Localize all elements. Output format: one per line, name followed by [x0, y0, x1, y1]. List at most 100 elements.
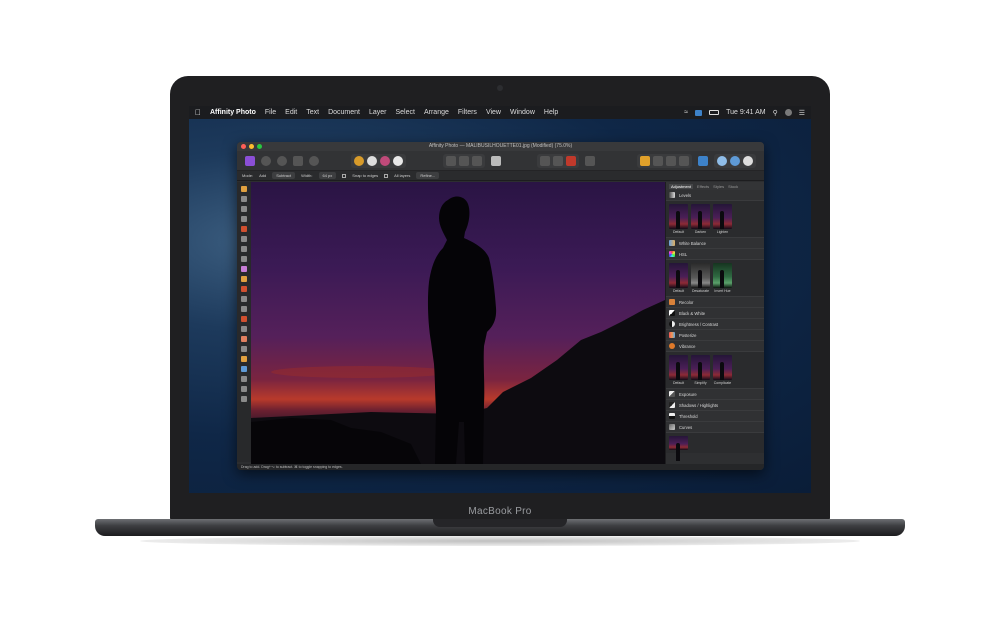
auto-white-balance-icon[interactable] — [392, 155, 403, 166]
assistant-icon[interactable] — [585, 155, 596, 166]
snapping-icon[interactable] — [553, 155, 564, 166]
menu-edit[interactable]: Edit — [285, 109, 297, 116]
menu-file[interactable]: File — [265, 109, 276, 116]
adjustment-threshold[interactable]: Threshold — [666, 411, 764, 422]
preset-curves-default[interactable] — [669, 436, 688, 461]
wifi-icon[interactable]: ≈ — [684, 109, 688, 116]
adjustment-black-white[interactable]: Black & White — [666, 308, 764, 319]
text-tool-icon[interactable] — [241, 376, 247, 382]
app-status-icon[interactable] — [695, 109, 703, 116]
photo-persona-icon[interactable] — [245, 155, 255, 166]
menu-document[interactable]: Document — [328, 109, 360, 116]
grid-icon[interactable] — [540, 155, 551, 166]
adjustment-white-balance[interactable]: White Balance — [666, 238, 764, 249]
preset-hsl-invert-hue[interactable]: Invert Hue — [713, 263, 732, 296]
preset-vibrance-simplify[interactable]: Simplify — [691, 355, 710, 388]
preset-vibrance-complicate[interactable]: Complicate — [713, 355, 732, 388]
align-icon[interactable] — [698, 155, 708, 166]
zoom-button[interactable] — [257, 144, 262, 149]
clock[interactable]: Tue 9:41 AM — [726, 109, 765, 116]
color-tool-icon[interactable] — [241, 266, 247, 272]
adjustment-posterize[interactable]: Posterize — [666, 330, 764, 341]
battery-icon[interactable] — [709, 110, 720, 115]
all-layers-checkbox[interactable] — [384, 173, 389, 178]
selection-brush-tool-icon[interactable] — [241, 226, 247, 232]
erase-tool-icon[interactable] — [241, 296, 247, 302]
marquee-icon[interactable] — [446, 155, 457, 166]
freehand-select-tool-icon[interactable] — [241, 256, 247, 262]
tab-effects[interactable]: Effects — [697, 184, 709, 189]
studio-icon[interactable] — [742, 155, 753, 166]
tone-mapping-persona-icon[interactable] — [292, 155, 303, 166]
arrange-top-icon[interactable] — [679, 155, 689, 166]
adjustment-exposure[interactable]: Exposure — [666, 389, 764, 400]
adjustment-vibrance[interactable]: Vibrance — [666, 341, 764, 352]
mode-add-button[interactable]: Add — [259, 173, 266, 178]
menu-arrange[interactable]: Arrange — [424, 109, 449, 116]
pixel-tool-icon[interactable] — [241, 286, 247, 292]
menu-window[interactable]: Window — [510, 109, 535, 116]
auto-contrast-icon[interactable] — [366, 155, 377, 166]
auto-colors-icon[interactable] — [379, 155, 390, 166]
refine-button[interactable]: Refine... — [416, 172, 440, 179]
adjustment-hsl[interactable]: HSL — [666, 249, 764, 260]
preset-levels-lighten[interactable]: Lighten — [713, 204, 732, 237]
liquify-persona-icon[interactable] — [260, 155, 271, 166]
view-mode-icon[interactable] — [716, 155, 727, 166]
invert-selection-icon[interactable] — [472, 155, 483, 166]
preset-hsl-desaturate[interactable]: Desaturate — [691, 263, 710, 296]
tab-adjustment[interactable]: Adjustment — [669, 183, 694, 189]
menu-filters[interactable]: Filters — [458, 109, 477, 116]
flood-select-tool-icon[interactable] — [241, 236, 247, 242]
paint-brush-tool-icon[interactable] — [241, 276, 247, 282]
search-icon[interactable]: ⚲ — [773, 109, 778, 117]
color-picker-tool-icon[interactable] — [241, 206, 247, 212]
red-eye-tool-icon[interactable] — [241, 336, 247, 342]
mode-subtract-button[interactable]: Subtract — [272, 172, 296, 179]
crop-tool-icon[interactable] — [241, 216, 247, 222]
canvas[interactable] — [251, 182, 665, 464]
preset-levels-darken[interactable]: Darken — [691, 204, 710, 237]
view-tool-icon[interactable] — [241, 186, 247, 192]
develop-persona-icon[interactable] — [276, 155, 287, 166]
menu-text[interactable]: Text — [306, 109, 319, 116]
arrange-front-icon[interactable] — [666, 155, 676, 166]
clone-tool-icon[interactable] — [241, 316, 247, 322]
marquee-tool-icon[interactable] — [241, 246, 247, 252]
dodge-tool-icon[interactable] — [241, 306, 247, 312]
snap-checkbox[interactable] — [342, 173, 347, 178]
arrange-back-icon[interactable] — [640, 155, 650, 166]
export-persona-icon[interactable] — [308, 155, 319, 166]
menu-app-name[interactable]: Affinity Photo — [210, 109, 256, 116]
intersect-icon[interactable] — [459, 155, 470, 166]
adjustment-recolor[interactable]: Recolor — [666, 297, 764, 308]
pen-tool-icon[interactable] — [241, 356, 247, 362]
menu-layer[interactable]: Layer — [369, 109, 387, 116]
preset-hsl-default[interactable]: Default — [669, 263, 688, 296]
adjustment-curves[interactable]: Curves — [666, 422, 764, 433]
preset-vibrance-default[interactable]: Default — [669, 355, 688, 388]
preset-levels-default[interactable]: Default — [669, 204, 688, 237]
auto-levels-icon[interactable] — [353, 155, 364, 166]
width-field[interactable]: 64 px — [318, 172, 337, 179]
minimize-button[interactable] — [249, 144, 254, 149]
arrange-forward-icon[interactable] — [653, 155, 663, 166]
magnet-icon[interactable] — [566, 155, 577, 166]
adjustment-levels[interactable]: Levels — [666, 190, 764, 201]
quick-mask-icon[interactable] — [491, 155, 502, 166]
blur-tool-icon[interactable] — [241, 346, 247, 352]
move-tool-icon[interactable] — [241, 196, 247, 202]
adjustment-shadows-highlights[interactable]: Shadows / Highlights — [666, 400, 764, 411]
hand-tool-icon[interactable] — [241, 386, 247, 392]
tab-stock[interactable]: Stock — [728, 184, 738, 189]
zoom-tool-icon[interactable] — [241, 396, 247, 402]
menu-select[interactable]: Select — [396, 109, 415, 116]
notification-center-icon[interactable]: ☰ — [799, 109, 805, 117]
shape-tool-icon[interactable] — [241, 366, 247, 372]
healing-tool-icon[interactable] — [241, 326, 247, 332]
menu-view[interactable]: View — [486, 109, 501, 116]
adjustment-brightness-contrast[interactable]: Brightness / Contrast — [666, 319, 764, 330]
siri-icon[interactable] — [784, 109, 792, 116]
menu-help[interactable]: Help — [544, 109, 558, 116]
close-button[interactable] — [241, 144, 246, 149]
